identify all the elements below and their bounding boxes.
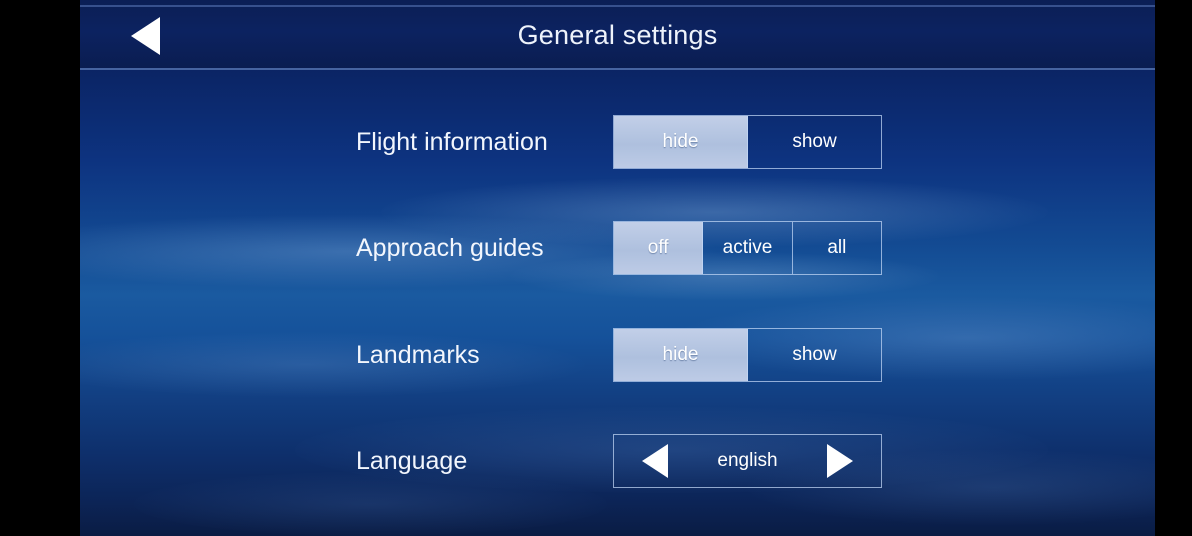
stepper-control-language: english [613,434,882,488]
settings-row-language: Language english [80,434,1155,488]
row-label: Approach guides [356,234,544,262]
segment-option-hide[interactable]: hide [614,116,748,168]
language-next-button[interactable] [817,439,863,483]
letterbox-left [0,0,80,536]
segmented-control-flight-information: hide show [613,115,882,169]
segmented-control-approach-guides: off active all [613,221,882,275]
row-label: Language [356,447,468,475]
page-title: General settings [517,20,718,50]
segment-option-hide[interactable]: hide [614,329,748,381]
triangle-right-icon [827,444,853,478]
row-label: Landmarks [356,341,480,369]
segmented-control-landmarks: hide show [613,328,882,382]
language-prev-button[interactable] [632,439,678,483]
segment-option-active[interactable]: active [703,222,793,274]
screen-root: General settings Flight information hide… [0,0,1192,536]
settings-row-landmarks: Landmarks hide show [80,328,1155,382]
segment-option-show[interactable]: show [748,329,881,381]
row-label: Flight information [356,128,548,156]
segment-option-all[interactable]: all [793,222,881,274]
header-bottom-divider [80,68,1155,70]
language-value: english [717,450,778,471]
segment-option-off[interactable]: off [614,222,704,274]
settings-row-flight-information: Flight information hide show [80,115,1155,169]
app-viewport: General settings Flight information hide… [80,0,1155,536]
triangle-left-icon [642,444,668,478]
settings-row-approach-guides: Approach guides off active all [80,221,1155,275]
segment-option-show[interactable]: show [748,116,881,168]
header-bar: General settings [80,0,1155,70]
letterbox-right [1155,0,1192,536]
